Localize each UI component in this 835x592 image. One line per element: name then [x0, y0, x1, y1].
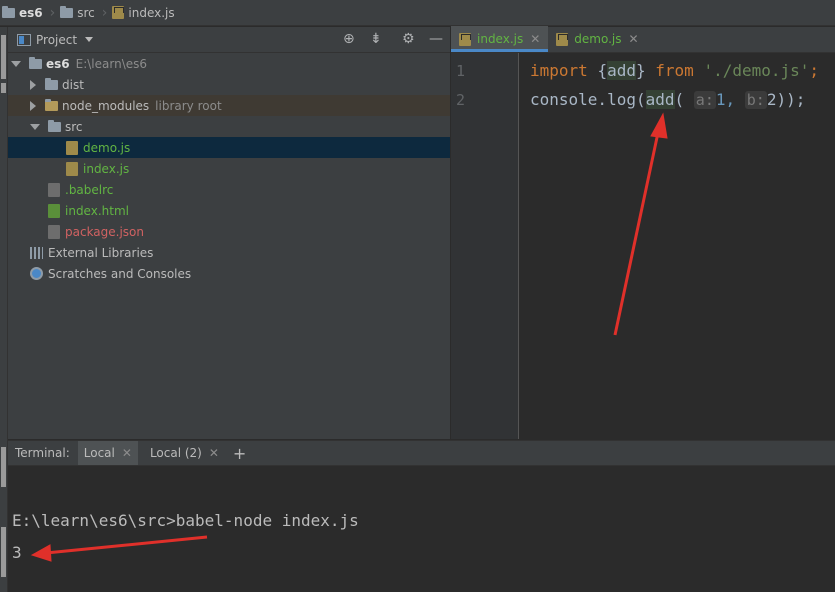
collapse-arrow-icon[interactable]: [30, 79, 36, 90]
collapse-arrow-icon[interactable]: [30, 100, 36, 111]
tree-item-index-html[interactable]: index.html: [8, 200, 450, 221]
folder-icon: [60, 5, 74, 18]
tree-item-scratches[interactable]: Scratches and Consoles: [8, 263, 450, 284]
code-line-2[interactable]: console.log(add( a: 1, b: 2));: [530, 90, 805, 109]
console-object: console.: [530, 90, 608, 109]
breadcrumb-item-index-js[interactable]: index.js: [110, 0, 178, 26]
expand-arrow-icon[interactable]: [30, 123, 40, 130]
line-number: 2: [456, 91, 466, 109]
close-icon[interactable]: ✕: [209, 446, 219, 460]
code-editor[interactable]: import {add} from './demo.js'; console.l…: [520, 53, 835, 439]
paren: (: [674, 90, 685, 109]
gear-icon[interactable]: ⚙: [402, 32, 415, 46]
js-file-icon: [66, 161, 78, 176]
tree-item-node-modules[interactable]: node_modules library root: [8, 95, 450, 116]
js-file-icon: [112, 6, 125, 19]
folder-icon: [45, 98, 58, 111]
tree-item-src[interactable]: src: [8, 116, 450, 137]
project-icon: [17, 33, 31, 46]
close-icon[interactable]: ✕: [629, 32, 639, 46]
folder-icon: [29, 56, 42, 69]
tree-item-babelrc[interactable]: .babelrc: [8, 179, 450, 200]
brace-open: {: [597, 61, 608, 80]
tree-item-dist[interactable]: dist: [8, 74, 450, 95]
terminal-header: Terminal: Local ✕ Local (2) ✕ +: [8, 440, 835, 466]
breadcrumb-item-es6[interactable]: es6: [0, 0, 47, 26]
chevron-down-icon: [85, 37, 94, 42]
library-icon: [30, 246, 43, 259]
project-view-selector[interactable]: Project: [17, 33, 94, 47]
add-terminal-button[interactable]: +: [233, 444, 246, 463]
scratches-icon: [30, 267, 43, 280]
tree-item-index-js[interactable]: index.js: [8, 158, 450, 179]
minimize-icon[interactable]: —: [429, 32, 443, 46]
left-tool-strip[interactable]: [0, 27, 8, 592]
terminal-line: 3: [12, 543, 22, 562]
keyword-import: import: [530, 61, 588, 80]
terminal-label: Terminal:: [15, 446, 70, 460]
tab-index-js[interactable]: index.js ✕: [451, 26, 549, 52]
js-file-icon: [459, 32, 471, 46]
tree-item-external-libraries[interactable]: External Libraries: [8, 242, 450, 263]
tree-item-es6[interactable]: es6 E:\learn\es6: [8, 53, 450, 74]
project-tree: es6 E:\learn\es6 dist node_modules libra…: [8, 53, 450, 439]
brace-close: }: [635, 61, 646, 80]
semicolon: ;: [809, 61, 820, 80]
config-file-icon: [48, 182, 60, 197]
editor-tab-bar: index.js ✕ demo.js ✕: [451, 26, 835, 53]
terminal-output[interactable]: E:\learn\es6\src>babel-node index.js 3: [8, 466, 835, 592]
tree-item-demo-js[interactable]: demo.js: [8, 137, 450, 158]
html-file-icon: [48, 203, 60, 218]
arg-1: 1,: [715, 90, 736, 109]
terminal-tab-local[interactable]: Local ✕: [77, 441, 138, 465]
project-tool-window-button[interactable]: [1, 35, 6, 79]
breadcrumb: es6 › src › index.js: [0, 0, 835, 26]
editor-gutter[interactable]: 1 2: [451, 53, 519, 439]
expand-arrow-icon[interactable]: [11, 60, 21, 67]
param-hint-a: a:: [693, 91, 716, 109]
param-hint-b: b:: [744, 91, 767, 109]
imported-name: add: [607, 61, 636, 80]
folder-icon: [45, 77, 58, 90]
structure-tool-window-button[interactable]: [1, 447, 6, 487]
folder-icon: [2, 5, 15, 18]
breadcrumb-separator: ›: [49, 4, 56, 21]
tab-demo-js[interactable]: demo.js ✕: [548, 26, 646, 52]
breadcrumb-item-src[interactable]: src: [58, 0, 99, 26]
tree-item-package-json[interactable]: package.json: [8, 221, 450, 242]
favorites-tool-window-button[interactable]: [1, 527, 6, 577]
code-line-1[interactable]: import {add} from './demo.js';: [530, 61, 819, 80]
js-file-icon: [556, 32, 569, 46]
add-call: add: [645, 90, 675, 109]
folder-icon: [48, 119, 61, 132]
paren: (: [635, 90, 646, 109]
collapse-all-icon[interactable]: ⇟: [370, 32, 382, 46]
import-path: './demo.js': [703, 61, 810, 80]
terminal-tab-local-2[interactable]: Local (2) ✕: [144, 441, 225, 465]
project-panel-header: Project ⊕ ⇟ ⚙ —: [8, 27, 450, 53]
close-icon[interactable]: ✕: [122, 446, 132, 460]
terminal-line: E:\learn\es6\src>babel-node index.js: [12, 511, 359, 530]
json-file-icon: [48, 224, 60, 239]
line-number: 1: [456, 62, 466, 80]
js-file-icon: [66, 140, 78, 155]
tool-window-button[interactable]: [1, 83, 6, 93]
log-method: log: [607, 90, 636, 109]
close-icon[interactable]: ✕: [530, 32, 540, 46]
locate-icon[interactable]: ⊕: [343, 32, 355, 46]
breadcrumb-separator: ›: [101, 4, 108, 21]
keyword-from: from: [655, 61, 694, 80]
arg-2: 2));: [766, 90, 806, 109]
